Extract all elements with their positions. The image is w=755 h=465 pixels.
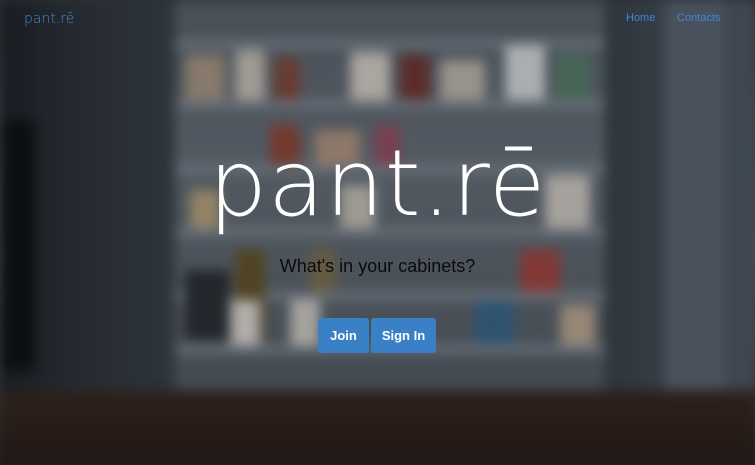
hero-section: pant.rē Home Contacts pant.rē What's in … xyxy=(0,0,755,465)
nav-home-link[interactable]: Home xyxy=(626,12,655,24)
navbar: pant.rē Home Contacts xyxy=(0,0,755,40)
join-button[interactable]: Join xyxy=(318,318,369,353)
brand-logo-link[interactable]: pant.rē xyxy=(24,11,74,27)
sign-in-button[interactable]: Sign In xyxy=(371,318,436,353)
auth-button-group: Join Sign In xyxy=(318,318,436,353)
hero-logo: pant.rē xyxy=(208,130,547,237)
hero-tagline: What's in your cabinets? xyxy=(279,256,476,276)
nav-contacts-link[interactable]: Contacts xyxy=(677,12,720,24)
